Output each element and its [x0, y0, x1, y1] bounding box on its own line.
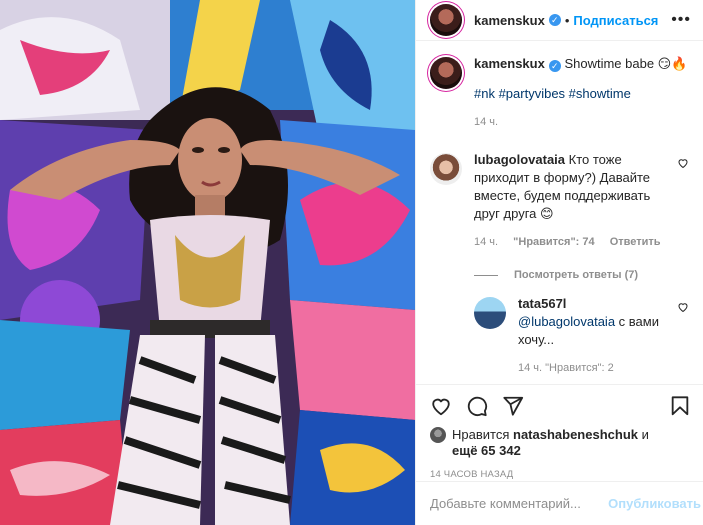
caption-hashtags[interactable]: #nk #partyvibes #showtime	[474, 85, 689, 103]
comment-icon[interactable]	[466, 395, 488, 417]
caption: kamenskux ✓ Showtime babe 😏🔥 #nk #partyvi…	[430, 55, 689, 131]
caption-avatar[interactable]	[430, 57, 462, 89]
reply-mention[interactable]: @lubagolovataia	[518, 314, 615, 329]
heart-icon[interactable]	[430, 395, 452, 417]
instagram-post: kamenskux ✓ • Подписаться ••• kamenskux ✓…	[0, 0, 703, 525]
comment-like-heart-icon[interactable]	[677, 157, 689, 169]
reply-like-heart-icon[interactable]	[677, 301, 689, 313]
bookmark-icon[interactable]	[669, 395, 691, 417]
commenter-username[interactable]: lubagolovataia	[474, 152, 565, 167]
actions-section: Нравится natashabeneshchuk и ещё 65 342 …	[416, 384, 703, 481]
action-bar	[430, 395, 691, 417]
verified-icon: ✓	[548, 14, 561, 26]
reply-button[interactable]: Ответить	[610, 236, 661, 248]
comment-composer: Опубликовать	[416, 481, 703, 525]
comment-item: lubagolovataia Кто тоже приходит в форму…	[430, 151, 689, 251]
caption-username[interactable]: kamenskux	[474, 56, 545, 71]
reply-meta: 14 ч. "Нравится": 2	[518, 362, 614, 374]
post-photo[interactable]	[0, 0, 415, 525]
comment-likes[interactable]: "Нравится": 74	[513, 236, 594, 248]
likes-summary: Нравится natashabeneshchuk и ещё 65 342	[430, 427, 691, 459]
reply-item: tata567l @lubagolovataia с вами хочу... …	[474, 295, 689, 377]
author-avatar[interactable]	[430, 4, 462, 36]
reply-username[interactable]: tata567l	[518, 296, 566, 311]
comment-time[interactable]: 14 ч.	[474, 236, 498, 248]
caption-time[interactable]: 14 ч.	[474, 113, 689, 131]
post-header: kamenskux ✓ • Подписаться •••	[416, 0, 703, 41]
likes-and: и	[641, 427, 649, 442]
replies-divider	[474, 274, 498, 276]
liker-username[interactable]: natashabeneshchuk	[513, 427, 638, 442]
post-side-panel: kamenskux ✓ • Подписаться ••• kamenskux ✓…	[415, 0, 703, 525]
follow-button[interactable]: Подписаться	[573, 13, 658, 28]
separator-dot: •	[564, 12, 570, 28]
author-username[interactable]: kamenskux	[474, 13, 545, 28]
likes-count[interactable]: ещё 65 342	[452, 443, 521, 458]
view-replies-label: Посмотреть ответы (7)	[514, 269, 639, 281]
verified-icon: ✓	[548, 60, 561, 72]
post-image	[0, 0, 415, 525]
view-replies-button[interactable]: Посмотреть ответы (7)	[474, 269, 689, 281]
likes-prefix: Нравится	[452, 427, 510, 442]
share-icon[interactable]	[502, 395, 524, 417]
more-icon[interactable]: •••	[671, 11, 691, 29]
commenter-avatar[interactable]	[430, 153, 462, 185]
comment-meta: 14 ч. "Нравится": 74 Ответить	[474, 233, 669, 251]
liker-avatar[interactable]	[430, 427, 446, 443]
reply-avatar[interactable]	[474, 297, 506, 329]
post-timestamp[interactable]: 14 ЧАСОВ НАЗАД	[430, 469, 691, 480]
comments-list[interactable]: kamenskux ✓ Showtime babe 😏🔥 #nk #partyvi…	[416, 41, 703, 384]
publish-button[interactable]: Опубликовать	[608, 496, 701, 511]
comment-input[interactable]	[430, 496, 609, 511]
caption-text: Showtime babe 😏🔥	[564, 56, 688, 71]
